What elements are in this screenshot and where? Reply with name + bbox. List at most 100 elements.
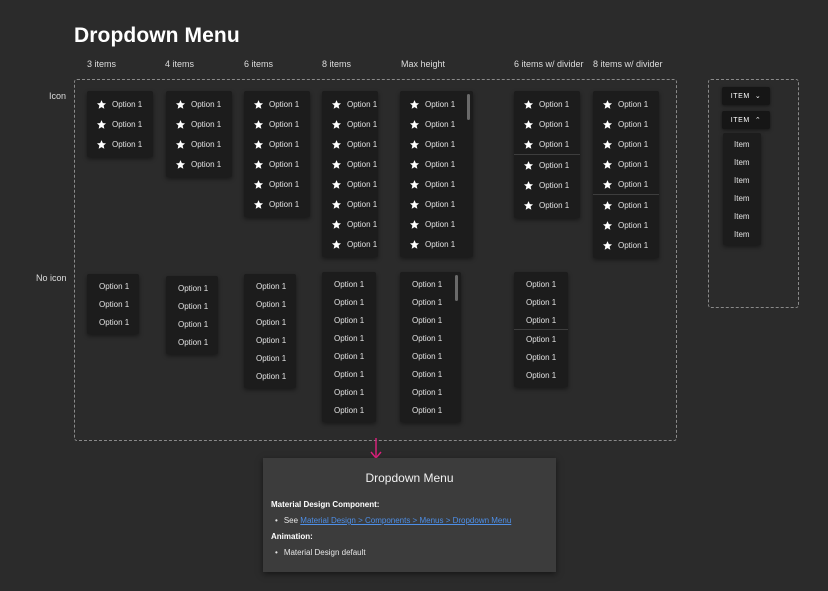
dropdown-button-label: ITEM (730, 92, 750, 100)
menu-item-label: Option 1 (618, 179, 649, 189)
dropdown-item[interactable]: Item (723, 225, 761, 243)
menu-item-label: Option 1 (347, 239, 378, 249)
menu-item[interactable]: Option 1 (244, 349, 296, 367)
menu-item[interactable]: Option 1 (322, 194, 378, 214)
menu-item[interactable]: Option 1 (322, 365, 376, 383)
menu-item[interactable]: Option 1 (322, 134, 378, 154)
menu-item[interactable]: Option 1 (400, 234, 473, 254)
menu-item-label: Option 1 (539, 139, 570, 149)
dropdown-item[interactable]: Item (723, 171, 761, 189)
menu-item[interactable]: Option 1 (400, 311, 461, 329)
menu-item[interactable]: Option 1 (87, 295, 139, 313)
menu-item[interactable]: Option 1 (593, 154, 659, 174)
menu-item[interactable]: Option 1 (593, 235, 659, 255)
menu-item[interactable]: Option 1 (322, 214, 378, 234)
menu-item[interactable]: Option 1 (322, 383, 376, 401)
menu-item[interactable]: Option 1 (593, 114, 659, 134)
menu-item[interactable]: Option 1 (166, 279, 218, 297)
menu-item[interactable]: Option 1 (166, 134, 232, 154)
menu-item[interactable]: Option 1 (400, 329, 461, 347)
menu-item[interactable]: Option 1 (87, 94, 153, 114)
menu-item[interactable]: Option 1 (514, 94, 580, 114)
menu-item-label: Option 1 (256, 353, 287, 363)
menu-item[interactable]: Option 1 (400, 94, 473, 114)
menu-item-label: Option 1 (425, 219, 456, 229)
menu-item[interactable]: Option 1 (322, 234, 378, 254)
menu-scrollbar[interactable] (467, 94, 470, 120)
menu-item[interactable]: Option 1 (322, 174, 378, 194)
menu-item-label: Option 1 (347, 219, 378, 229)
menu-item[interactable]: Option 1 (400, 293, 461, 311)
menu-item[interactable]: Option 1 (322, 154, 378, 174)
menu-item[interactable]: Option 1 (244, 331, 296, 349)
menu-item[interactable]: Option 1 (514, 311, 568, 329)
menu-item[interactable]: Option 1 (87, 313, 139, 331)
menu-item[interactable]: Option 1 (322, 94, 378, 114)
menu-item[interactable]: Option 1 (514, 175, 580, 195)
menu-item[interactable]: Option 1 (244, 174, 310, 194)
menu-item[interactable]: Option 1 (87, 134, 153, 154)
menu-item[interactable]: Option 1 (166, 315, 218, 333)
menu-item[interactable]: Option 1 (593, 195, 659, 215)
menu-item[interactable]: Option 1 (593, 134, 659, 154)
menu-item[interactable]: Option 1 (322, 401, 376, 419)
menu-item[interactable]: Option 1 (400, 365, 461, 383)
menu-item[interactable]: Option 1 (514, 275, 568, 293)
menu-item-label: Option 1 (425, 99, 456, 109)
menu-item[interactable]: Option 1 (400, 214, 473, 234)
menu-item[interactable]: Option 1 (322, 311, 376, 329)
menu-item[interactable]: Option 1 (400, 134, 473, 154)
dropdown-item[interactable]: Item (723, 207, 761, 225)
menu-item[interactable]: Option 1 (244, 94, 310, 114)
menu-item[interactable]: Option 1 (244, 194, 310, 214)
menu-item[interactable]: Option 1 (87, 114, 153, 134)
menu-item[interactable]: Option 1 (322, 293, 376, 311)
menu-item[interactable]: Option 1 (322, 275, 376, 293)
menu-item[interactable]: Option 1 (514, 348, 568, 366)
menu-item[interactable]: Option 1 (400, 275, 461, 293)
material-design-link[interactable]: Material Design > Components > Menus > D… (300, 516, 511, 525)
menu-item[interactable]: Option 1 (244, 134, 310, 154)
menu-item[interactable]: Option 1 (514, 293, 568, 311)
menu-item[interactable]: Option 1 (400, 114, 473, 134)
dropdown-menu-icon-4: Option 1 Option 1 Option 1 Option 1 (166, 91, 232, 177)
dropdown-item[interactable]: Item (723, 189, 761, 207)
menu-item[interactable]: Option 1 (400, 383, 461, 401)
menu-item[interactable]: Option 1 (244, 313, 296, 331)
menu-item[interactable]: Option 1 (514, 195, 580, 215)
menu-item[interactable]: Option 1 (87, 277, 139, 295)
menu-item[interactable]: Option 1 (322, 329, 376, 347)
menu-item-label: Option 1 (412, 297, 443, 307)
menu-item[interactable]: Option 1 (593, 174, 659, 194)
menu-item[interactable]: Option 1 (514, 330, 568, 348)
menu-item[interactable]: Option 1 (322, 114, 378, 134)
menu-item[interactable]: Option 1 (400, 347, 461, 365)
menu-item[interactable]: Option 1 (244, 277, 296, 295)
column-header-max-height: Max height (401, 59, 446, 69)
menu-item[interactable]: Option 1 (400, 194, 473, 214)
dropdown-button-open[interactable]: ITEM ⌃ (722, 111, 770, 129)
menu-item[interactable]: Option 1 (514, 134, 580, 154)
menu-item[interactable]: Option 1 (514, 155, 580, 175)
dropdown-item[interactable]: Item (723, 153, 761, 171)
menu-item[interactable]: Option 1 (166, 94, 232, 114)
menu-item[interactable]: Option 1 (400, 401, 461, 419)
menu-item[interactable]: Option 1 (593, 215, 659, 235)
menu-item[interactable]: Option 1 (514, 114, 580, 134)
dropdown-button-closed[interactable]: ITEM ⌄ (722, 87, 770, 105)
menu-item[interactable]: Option 1 (166, 297, 218, 315)
dropdown-item[interactable]: Item (723, 135, 761, 153)
menu-scrollbar[interactable] (455, 275, 458, 301)
menu-item[interactable]: Option 1 (244, 367, 296, 385)
menu-item[interactable]: Option 1 (244, 295, 296, 313)
menu-item[interactable]: Option 1 (166, 114, 232, 134)
menu-item[interactable]: Option 1 (514, 366, 568, 384)
menu-item[interactable]: Option 1 (400, 154, 473, 174)
menu-item[interactable]: Option 1 (322, 347, 376, 365)
menu-item[interactable]: Option 1 (244, 114, 310, 134)
menu-item[interactable]: Option 1 (166, 333, 218, 351)
menu-item[interactable]: Option 1 (244, 154, 310, 174)
menu-item[interactable]: Option 1 (593, 94, 659, 114)
menu-item[interactable]: Option 1 (166, 154, 232, 174)
menu-item[interactable]: Option 1 (400, 174, 473, 194)
